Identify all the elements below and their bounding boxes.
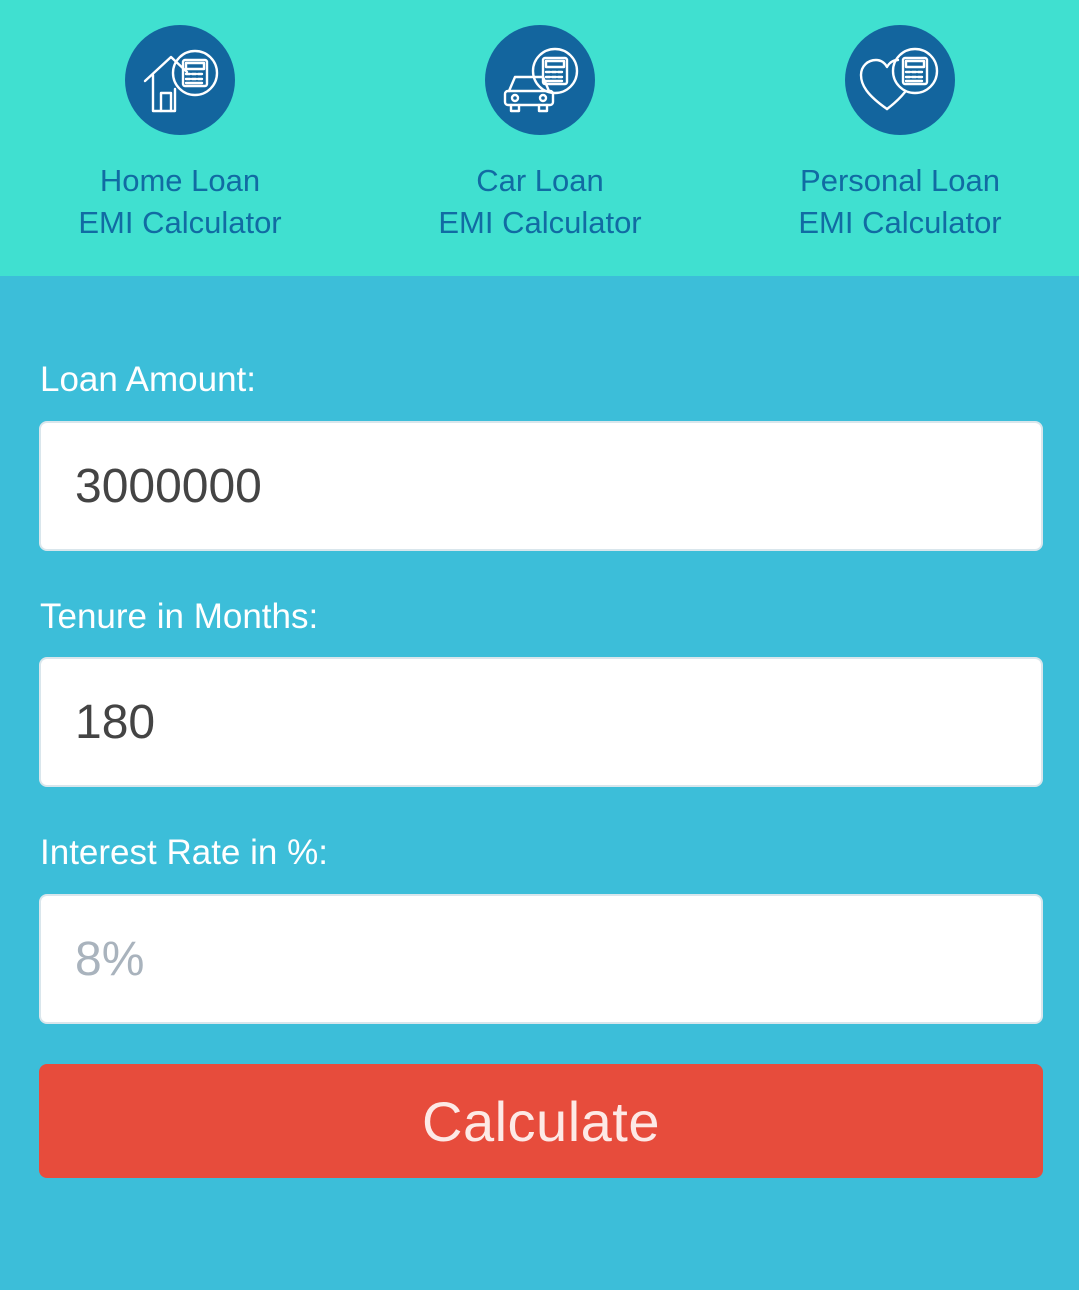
interest-rate-label: Interest Rate in %:	[40, 833, 328, 872]
nav-personal-loan-line2: EMI Calculator	[798, 205, 1002, 240]
nav-personal-loan-label: Personal Loan EMI Calculator	[720, 160, 1079, 244]
loan-amount-input[interactable]	[39, 421, 1043, 551]
calculate-button[interactable]: Calculate	[39, 1064, 1043, 1178]
nav-personal-loan[interactable]: Personal Loan EMI Calculator	[720, 0, 1079, 276]
interest-rate-input[interactable]	[39, 894, 1043, 1024]
loan-type-nav: Home Loan EMI Calculator Car Loan EMI Ca…	[0, 0, 1079, 276]
nav-home-loan-line2: EMI Calculator	[78, 205, 282, 240]
tenure-label: Tenure in Months:	[40, 597, 319, 636]
nav-car-loan-label: Car Loan EMI Calculator	[360, 160, 720, 244]
nav-home-loan[interactable]: Home Loan EMI Calculator	[0, 0, 360, 276]
heart-calculator-icon	[845, 25, 955, 135]
nav-home-loan-label: Home Loan EMI Calculator	[0, 160, 360, 244]
tenure-input[interactable]	[39, 657, 1043, 787]
house-calculator-icon	[125, 25, 235, 135]
nav-home-loan-line1: Home Loan	[99, 163, 261, 198]
loan-amount-label: Loan Amount:	[40, 360, 256, 399]
car-calculator-icon	[485, 25, 595, 135]
nav-car-loan-line1: Car Loan	[476, 163, 604, 198]
nav-car-loan[interactable]: Car Loan EMI Calculator	[360, 0, 720, 276]
nav-car-loan-line2: EMI Calculator	[438, 205, 642, 240]
nav-personal-loan-line1: Personal Loan	[800, 163, 1000, 198]
